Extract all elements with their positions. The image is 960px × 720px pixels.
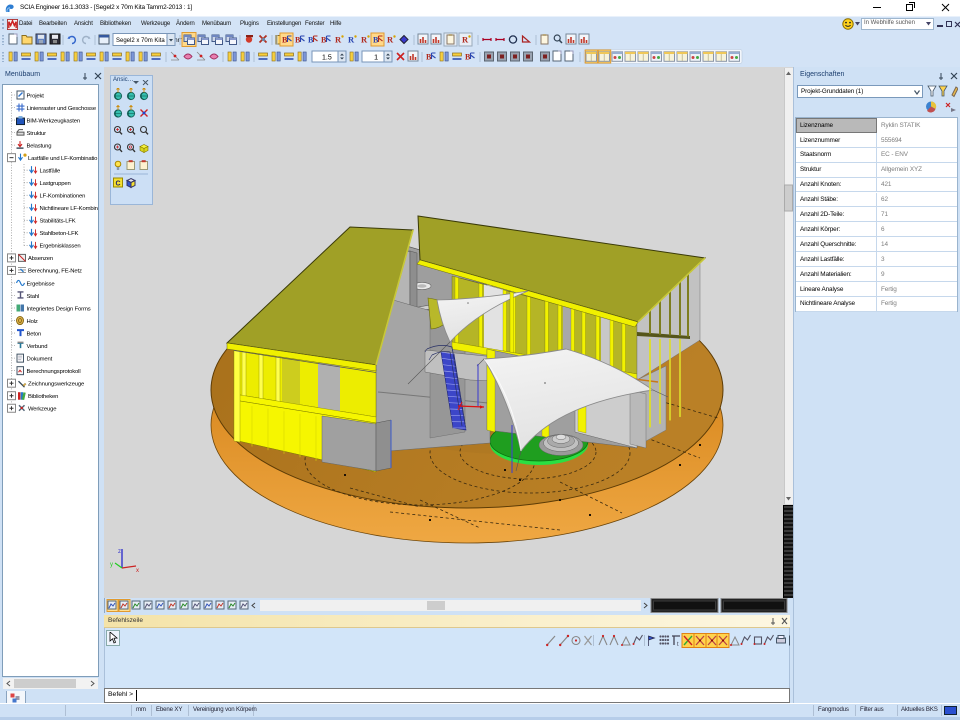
svg-text:Werkzeuge: Werkzeuge bbox=[28, 407, 57, 413]
svg-text:Lastgruppen: Lastgruppen bbox=[40, 181, 71, 187]
svg-text:Belastung: Belastung bbox=[27, 143, 52, 149]
svg-text:R: R bbox=[335, 35, 342, 45]
svg-text:Struktur: Struktur bbox=[27, 131, 47, 137]
svg-text:Ergebnisse: Ergebnisse bbox=[27, 281, 56, 287]
svg-text:1.5: 1.5 bbox=[322, 55, 332, 62]
svg-text:Stahlbeton-LFK: Stahlbeton-LFK bbox=[40, 231, 79, 237]
svg-text:Integriertes Design Forms: Integriertes Design Forms bbox=[27, 306, 91, 312]
svg-text:Linienraster und Geschosse: Linienraster und Geschosse bbox=[27, 106, 97, 112]
svg-text:Lastfälle und LF-Kombinatio: Lastfälle und LF-Kombinatio bbox=[28, 156, 98, 162]
svg-text:Zeichnungswerkzeuge: Zeichnungswerkzeuge bbox=[28, 381, 85, 387]
svg-text:LF-Kombinationen: LF-Kombinationen bbox=[40, 194, 86, 200]
svg-text:Stabilitäts-LFK: Stabilitäts-LFK bbox=[40, 219, 76, 225]
svg-text:Dokument: Dokument bbox=[27, 356, 53, 362]
svg-text:Berechnungsprotokoll: Berechnungsprotokoll bbox=[27, 369, 81, 375]
svg-text:R: R bbox=[387, 35, 394, 45]
svg-text:z: z bbox=[118, 549, 121, 555]
svg-text:Holz: Holz bbox=[27, 319, 38, 325]
svg-text:R: R bbox=[348, 35, 355, 45]
svg-text:Lastfälle: Lastfälle bbox=[40, 168, 61, 174]
svg-text:Segel2 x 70m Kita Tamm…: Segel2 x 70m Kita Tamm… bbox=[116, 38, 189, 44]
svg-text:Ergebnisklassen: Ergebnisklassen bbox=[40, 244, 81, 250]
svg-text:Verbund: Verbund bbox=[27, 344, 48, 350]
svg-text:Absenzen: Absenzen bbox=[28, 256, 53, 262]
svg-text:Beton: Beton bbox=[27, 331, 42, 337]
svg-text:x: x bbox=[136, 568, 139, 574]
svg-text:Stahl: Stahl bbox=[27, 294, 40, 300]
svg-text:Berechnung, FE-Netz: Berechnung, FE-Netz bbox=[28, 269, 82, 275]
svg-text:BIM-Werkzeugkasten: BIM-Werkzeugkasten bbox=[27, 118, 81, 124]
svg-text:R: R bbox=[462, 35, 469, 45]
svg-text:Projekt: Projekt bbox=[27, 93, 45, 99]
svg-text:1: 1 bbox=[374, 53, 378, 62]
svg-text:R: R bbox=[361, 35, 368, 45]
svg-text:y: y bbox=[110, 562, 113, 568]
svg-text:Bibliotheken: Bibliotheken bbox=[28, 394, 58, 400]
svg-text:C: C bbox=[116, 180, 121, 187]
svg-text:Nichtlineare LF-Kombin: Nichtlineare LF-Kombin bbox=[40, 206, 98, 212]
svg-text:t: t bbox=[677, 642, 679, 648]
